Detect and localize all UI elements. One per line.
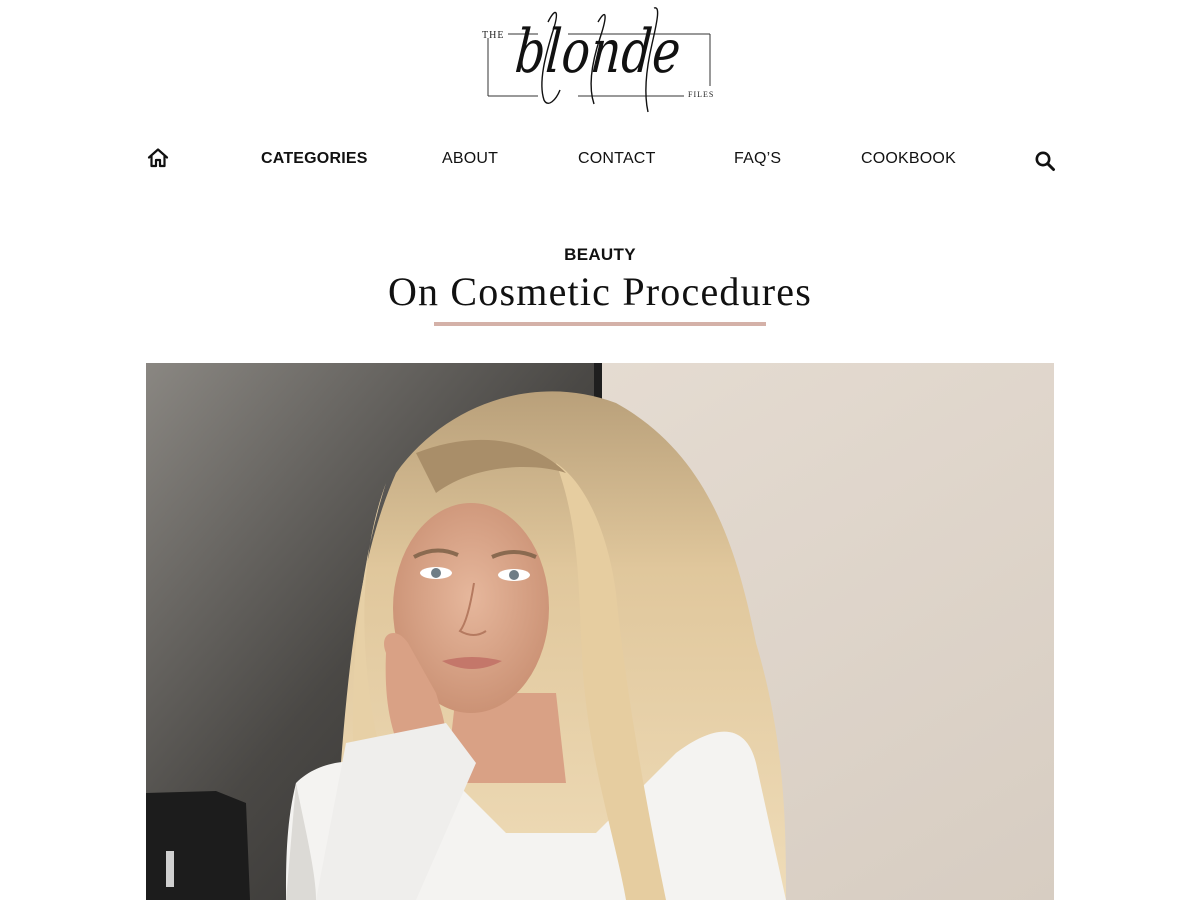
search-icon[interactable] [1034,150,1056,172]
title-underline [434,322,766,326]
home-icon[interactable] [146,146,170,170]
logo-script-text: blonde [512,17,684,87]
page: THE blonde FILES CATEGORIES ABOUT CONTAC… [0,0,1200,900]
hero-illustration [146,363,1054,900]
logo-files-text: FILES [688,90,715,99]
nav-item-about[interactable]: ABOUT [442,150,498,168]
post-category-link[interactable]: BEAUTY [0,245,1200,265]
hero-image [146,363,1054,900]
site-logo[interactable]: THE blonde FILES [478,4,722,114]
nav-item-contact[interactable]: CONTACT [578,150,656,168]
nav-item-faqs[interactable]: FAQ’S [734,150,781,168]
logo-the-text: THE [482,30,505,41]
post-title: On Cosmetic Procedures [387,269,813,314]
nav-item-categories[interactable]: CATEGORIES [261,150,368,168]
nav-item-cookbook[interactable]: COOKBOOK [861,150,956,168]
main-nav: CATEGORIES ABOUT CONTACT FAQ’S COOKBOOK [0,140,1200,182]
